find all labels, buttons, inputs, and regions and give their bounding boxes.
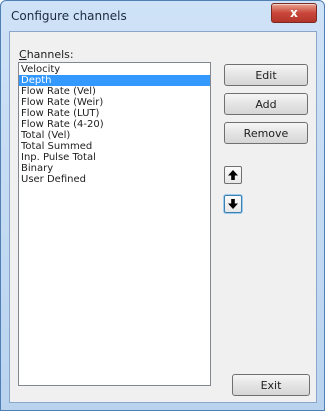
list-item-velocity[interactable]: Velocity [19,64,210,75]
edit-button[interactable]: Edit [224,64,308,86]
move-up-button[interactable] [224,166,242,184]
list-item-user-defined[interactable]: User Defined [19,174,210,185]
list-item-flow-rate-vel[interactable]: Flow Rate (Vel) [19,86,210,97]
list-item-flow-rate-lut[interactable]: Flow Rate (LUT) [19,108,210,119]
channels-listbox[interactable]: Velocity Depth Flow Rate (Vel) Flow Rate… [18,62,211,386]
arrow-down-icon [228,199,238,209]
arrow-up-icon [228,170,238,180]
channels-label-text: hannels: [26,48,74,61]
channels-label-mnemonic: C [19,48,27,61]
list-item-total-vel[interactable]: Total (Vel) [19,130,210,141]
dialog-client-area: Channels: Velocity Depth Flow Rate (Vel)… [9,31,317,403]
window-title: Configure channels [11,9,127,23]
close-button[interactable]: x [271,3,317,23]
list-item-flow-rate-weir[interactable]: Flow Rate (Weir) [19,97,210,108]
remove-button[interactable]: Remove [224,122,308,144]
configure-channels-dialog: Configure channels x Channels: Velocity … [0,0,325,411]
close-icon: x [290,6,298,20]
title-bar[interactable]: Configure channels x [1,1,324,31]
list-item-binary[interactable]: Binary [19,163,210,174]
list-item-flow-rate-4-20[interactable]: Flow Rate (4-20) [19,119,210,130]
list-item-depth[interactable]: Depth [19,75,210,86]
list-item-inp-pulse-total[interactable]: Inp. Pulse Total [19,152,210,163]
list-item-total-summed[interactable]: Total Summed [19,141,210,152]
add-button[interactable]: Add [224,93,308,115]
channels-label: Channels: [19,48,74,61]
exit-button[interactable]: Exit [232,374,310,396]
move-down-button[interactable] [224,195,242,213]
